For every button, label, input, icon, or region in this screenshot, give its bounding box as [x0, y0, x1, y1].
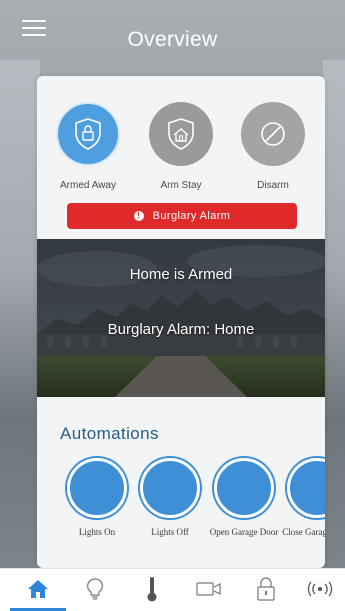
automation-circle-icon [287, 458, 325, 518]
security-modes: Armed Away Arm Stay Disarm [37, 102, 325, 202]
nav-thermostat[interactable] [127, 569, 177, 609]
shield-lock-icon [56, 102, 120, 166]
automations-list: Lights On Lights Off Open Garage Door Cl… [37, 458, 325, 558]
house-shield-icon [149, 102, 213, 166]
page-title: Overview [127, 28, 218, 51]
armed-away-label: Armed Away [60, 180, 116, 191]
nav-lights[interactable] [70, 569, 120, 609]
automation-circle-icon [67, 458, 127, 518]
wireless-signal-icon [307, 581, 333, 597]
video-camera-icon [196, 582, 221, 596]
automations-title: Automations [60, 424, 159, 443]
automation-close-garage-door[interactable]: Close Garage Door [281, 458, 325, 538]
automation-lights-on[interactable]: Lights On [61, 458, 133, 538]
chateau-background-image [37, 239, 325, 397]
nav-cameras[interactable] [184, 569, 234, 609]
disarm-button[interactable]: Disarm [233, 102, 313, 191]
background-image-right [323, 60, 345, 571]
automation-label: Lights On [78, 527, 116, 537]
alarm-status-text: Burglary Alarm: Home [107, 321, 255, 338]
alert-icon: ! [133, 211, 144, 221]
alarm-label: Burglary Alarm [152, 210, 231, 222]
bottom-navigation [0, 568, 345, 611]
automation-lights-off[interactable]: Lights Off [134, 458, 206, 538]
automation-label: Lights Off [151, 527, 189, 537]
lock-icon [257, 577, 275, 601]
home-status-image: Home is Armed Burglary Alarm: Home [37, 239, 325, 397]
automation-open-garage-door[interactable]: Open Garage Door [208, 458, 280, 538]
disarm-label: Disarm [257, 180, 289, 191]
disarm-slash-icon [241, 102, 305, 166]
lightbulb-icon [87, 578, 103, 600]
nav-home[interactable] [13, 569, 63, 609]
armed-status-text: Home is Armed [129, 266, 233, 283]
automation-label: Close Garage Door [282, 527, 325, 537]
background-image-left [0, 60, 40, 571]
arm-stay-button[interactable]: Arm Stay [141, 102, 221, 191]
top-bar: Overview [0, 0, 345, 78]
thermometer-icon [147, 577, 157, 602]
home-icon [28, 580, 48, 598]
arm-stay-label: Arm Stay [160, 180, 202, 191]
automation-circle-icon [140, 458, 200, 518]
burglary-alarm-banner[interactable]: ! Burglary Alarm [67, 203, 297, 229]
nav-locks[interactable] [241, 569, 291, 609]
nav-sensors[interactable] [295, 569, 345, 609]
automation-label: Open Garage Door [209, 527, 279, 537]
overview-card: Armed Away Arm Stay Disarm ! Burglary Al… [37, 76, 325, 568]
armed-away-button[interactable]: Armed Away [48, 102, 128, 191]
automation-circle-icon [214, 458, 274, 518]
